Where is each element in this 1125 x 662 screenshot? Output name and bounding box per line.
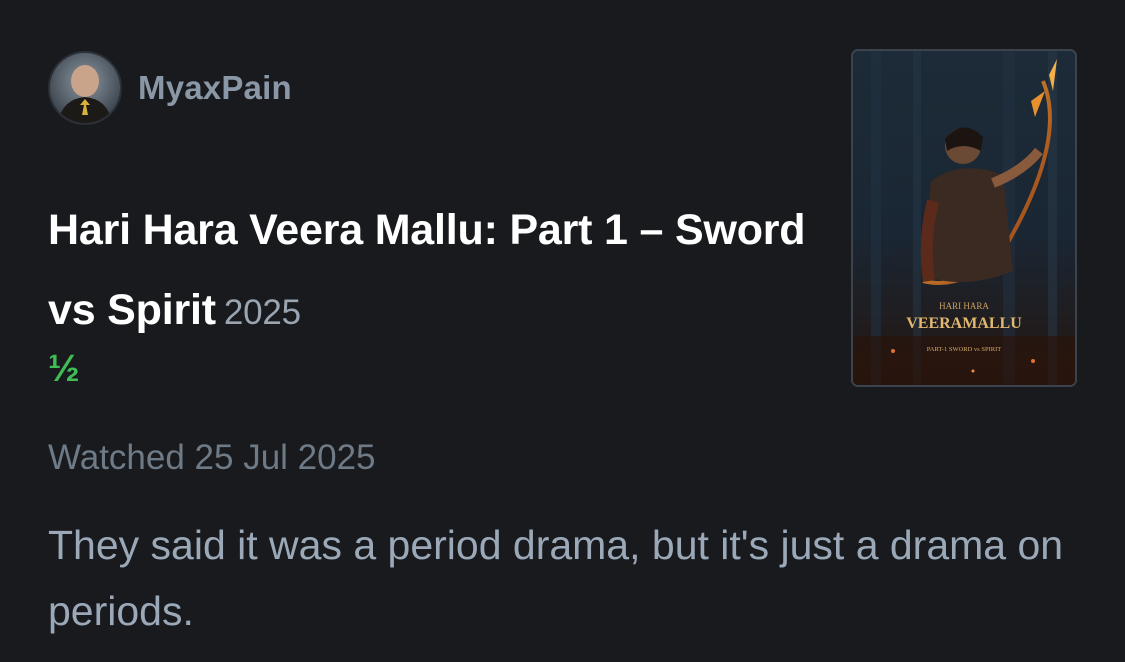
- poster-subtitle: PART-1 SWORD vs SPIRIT: [927, 346, 1001, 353]
- review-card: MyaxPain Hari Hara Veera Mallu: Part 1 –…: [0, 0, 1125, 662]
- review-text: They said it was a period drama, but it'…: [48, 522, 1064, 634]
- rating-half-star: ½: [48, 348, 80, 390]
- film-title-block[interactable]: Hari Hara Veera Mallu: Part 1 – Sword vs…: [48, 190, 838, 353]
- film-year[interactable]: 2025: [224, 293, 301, 332]
- author-row[interactable]: MyaxPain: [48, 50, 292, 126]
- poster-title: VEERAMALLU: [906, 315, 1022, 332]
- film-title[interactable]: Hari Hara Veera Mallu: Part 1 – Sword vs…: [48, 206, 806, 334]
- poster-tagline-top: HARI HARA: [939, 301, 989, 311]
- user-avatar-icon[interactable]: [48, 51, 122, 125]
- film-poster[interactable]: HARI HARA VEERAMALLU PART-1 SWORD vs SPI…: [851, 49, 1077, 387]
- watched-date: Watched 25 Jul 2025: [48, 438, 376, 477]
- author-name[interactable]: MyaxPain: [138, 69, 292, 107]
